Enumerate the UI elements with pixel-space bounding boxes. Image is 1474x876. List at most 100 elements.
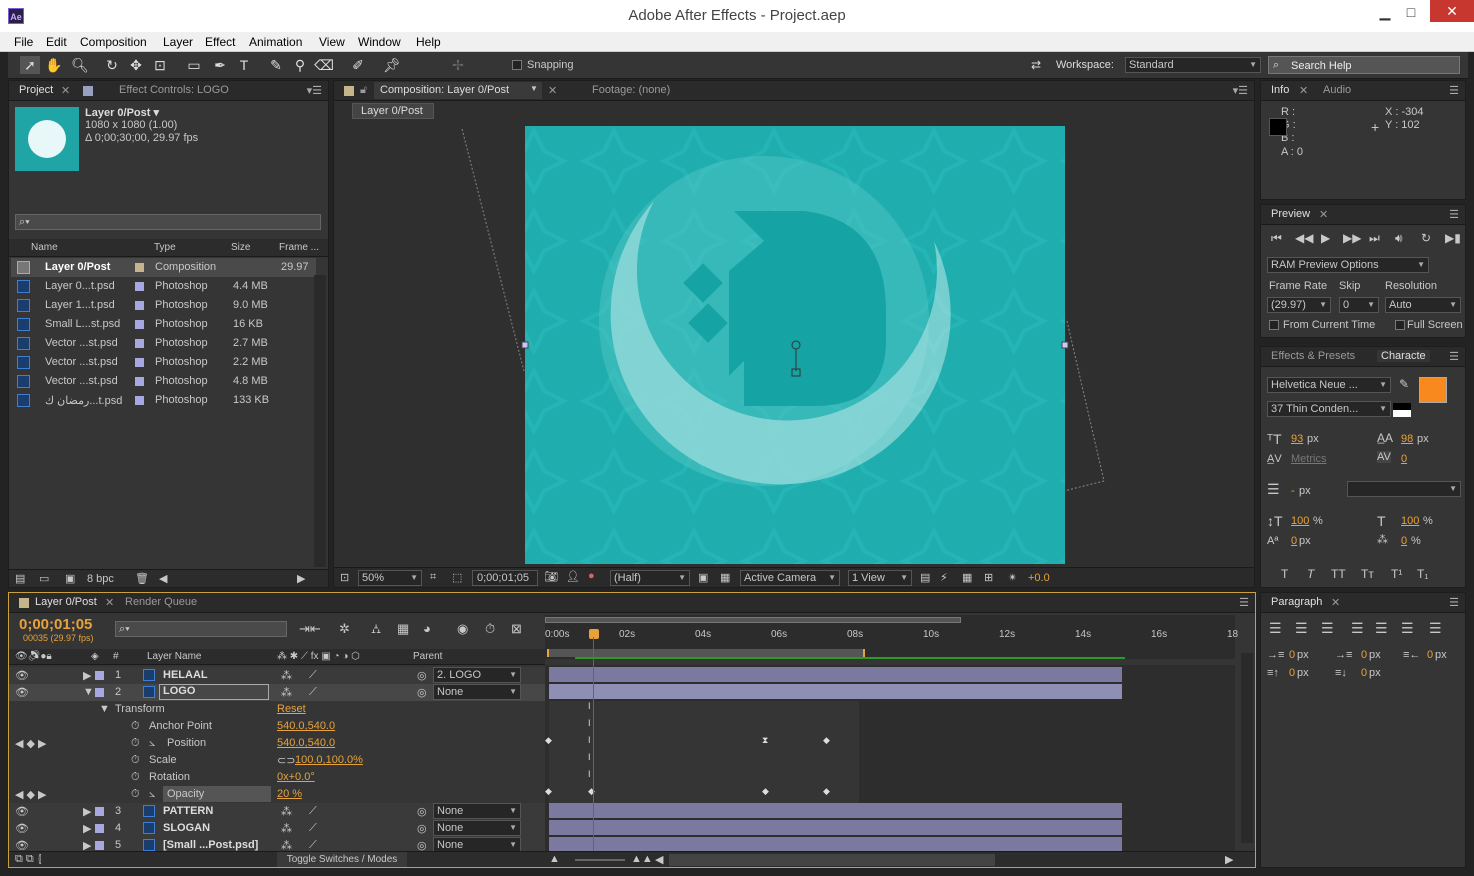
graph-editor-icon[interactable]: ⊠: [511, 621, 522, 637]
quality-switch-icon[interactable]: ⟋: [309, 686, 317, 699]
comp-mini-flowchart-icon[interactable]: ⇥⇤: [299, 621, 321, 637]
close-button[interactable]: ✕: [1430, 0, 1474, 22]
zoom-out-icon[interactable]: ▲: [549, 853, 560, 865]
resolution-dropdown[interactable]: Auto: [1385, 297, 1461, 313]
scroll-left-icon[interactable]: ◀: [655, 853, 663, 866]
stopwatch-active-icon[interactable]: ⏱: [131, 788, 140, 801]
parent-dropdown[interactable]: None: [433, 803, 521, 819]
tab-render-queue[interactable]: Render Queue: [125, 596, 197, 608]
rectangle-tool-icon[interactable]: ▭: [184, 56, 204, 74]
shy-switch-icon[interactable]: ⁂: [281, 822, 292, 835]
panel-menu-icon[interactable]: ☰: [1449, 84, 1459, 97]
tab-preview[interactable]: Preview: [1271, 208, 1310, 220]
comp-name[interactable]: Layer 0/Post ▾: [85, 106, 159, 119]
time-ruler[interactable]: 0:00s 02s 04s 06s 08s 10s 12s 14s 16s 18: [545, 615, 1238, 659]
justify-center-icon[interactable]: ☰: [1375, 620, 1388, 637]
tab-footage[interactable]: Footage: (none): [592, 84, 670, 96]
menu-help[interactable]: Help: [416, 35, 441, 49]
table-row[interactable]: 👁︎ ▼ 2 LOGO ⁂ ⟋ ◎ None: [9, 684, 545, 701]
panel-menu-icon[interactable]: ☰: [1239, 596, 1249, 609]
keyframe-icon[interactable]: ◆: [762, 786, 769, 797]
black-swatch[interactable]: [1393, 403, 1411, 410]
chevron-down-icon[interactable]: ▼: [530, 84, 538, 93]
eraser-tool-icon[interactable]: ⌫: [314, 56, 334, 74]
col-layer-name[interactable]: Layer Name: [147, 651, 201, 662]
visibility-eye-icon[interactable]: 👁︎: [15, 805, 29, 818]
work-area-navigator[interactable]: [545, 617, 961, 623]
table-row[interactable]: 👁︎ ▶ 4 SLOGAN ⁂ ⟋ ◎ None: [9, 820, 545, 837]
table-row[interactable]: 👁︎ ▶ 3 PATTERN ⁂ ⟋ ◎ None: [9, 803, 545, 820]
property-row[interactable]: ⏱ Scale ⊂⊃ 100.0,100.0%: [9, 752, 545, 769]
layer-handle-left[interactable]: [521, 341, 529, 349]
keyframe-icon[interactable]: ◆: [823, 735, 830, 746]
col-name[interactable]: Name: [31, 242, 58, 253]
property-row[interactable]: ⏱ Anchor Point 540.0,540.0: [9, 718, 545, 735]
justify-right-icon[interactable]: ☰: [1401, 620, 1414, 637]
fill-color-swatch[interactable]: [1419, 377, 1447, 403]
clone-stamp-tool-icon[interactable]: ⚲: [290, 56, 310, 74]
white-swatch[interactable]: [1393, 410, 1411, 417]
shy-switch-icon[interactable]: ⁂: [281, 686, 292, 699]
tab-character[interactable]: Characte: [1377, 350, 1430, 362]
close-icon[interactable]: ✕: [548, 84, 557, 97]
toggle-switches-modes-button[interactable]: Toggle Switches / Modes: [277, 852, 407, 867]
trash-icon[interactable]: 🗑︎: [135, 572, 149, 585]
small-caps-button[interactable]: Tт: [1361, 567, 1374, 581]
layer-bar-small[interactable]: [549, 837, 1122, 852]
audio-icon[interactable]: 🔊︎: [1395, 231, 1403, 246]
expand-triangle-icon[interactable]: ▶: [83, 805, 91, 818]
leading-value[interactable]: 98: [1401, 433, 1413, 445]
col-frame[interactable]: Frame ...: [279, 242, 319, 253]
scroll-right-icon[interactable]: ▶: [1225, 853, 1233, 866]
tab-composition[interactable]: Composition: Layer 0/Post ▼: [374, 82, 542, 99]
tab-paragraph[interactable]: Paragraph: [1271, 596, 1322, 608]
align-left-icon[interactable]: ☰: [1269, 620, 1282, 637]
snapping-checkbox[interactable]: [512, 60, 522, 70]
tracking-value[interactable]: 0: [1401, 453, 1407, 465]
lock-icon[interactable]: 🔓︎: [360, 84, 367, 97]
keyframe-icon[interactable]: ◆: [545, 735, 552, 746]
draft-3d-icon[interactable]: ✲: [339, 621, 350, 637]
close-icon[interactable]: ✕: [1319, 208, 1328, 221]
panel-menu-icon[interactable]: ☰: [1449, 208, 1459, 221]
bpc-label[interactable]: 8 bpc: [87, 573, 114, 585]
layer-bar-pattern[interactable]: [549, 803, 1122, 818]
baseline-shift-value[interactable]: 0: [1291, 535, 1297, 547]
project-item[interactable]: Vector ...st.psd Photoshop 2.7 MB: [11, 334, 316, 353]
brush-tool-icon[interactable]: ✎: [266, 56, 286, 74]
resolution-dropdown[interactable]: (Half): [610, 570, 690, 586]
motion-blur-icon[interactable]: ◕: [423, 621, 431, 636]
transform-group[interactable]: ▼ Transform Reset: [9, 701, 545, 718]
pan-behind-tool-icon[interactable]: ⊡: [150, 56, 170, 74]
close-icon[interactable]: ✕: [105, 596, 114, 609]
project-search-input[interactable]: ⌕▾: [15, 214, 321, 230]
axis-mode-icon[interactable]: ✢: [448, 56, 468, 74]
tab-project[interactable]: Project: [19, 84, 53, 96]
type-tool-icon[interactable]: T: [234, 56, 254, 74]
skip-dropdown[interactable]: 0: [1339, 297, 1379, 313]
timeline-search-input[interactable]: ⌕▾: [115, 621, 287, 637]
new-comp-icon[interactable]: ▣: [65, 572, 75, 585]
grid-icon[interactable]: ⌗: [430, 571, 436, 584]
align-center-icon[interactable]: ☰: [1295, 620, 1308, 637]
pickwhip-icon[interactable]: ◎: [417, 822, 427, 835]
tsume-value[interactable]: 0: [1401, 535, 1407, 547]
view-layout-dropdown[interactable]: 1 View: [848, 570, 912, 586]
shy-switch-icon[interactable]: ⁂: [281, 805, 292, 818]
indent-first-value[interactable]: 0: [1361, 649, 1367, 661]
shy-switch-icon[interactable]: ⁂: [281, 669, 292, 682]
panel-menu-icon[interactable]: ☰: [1449, 350, 1459, 363]
ram-preview-options-dropdown[interactable]: RAM Preview Options: [1267, 257, 1429, 273]
zoom-tool-icon[interactable]: 🔍︎: [70, 56, 90, 74]
pen-tool-icon[interactable]: ✒: [210, 56, 230, 74]
project-item[interactable]: Small L...st.psd Photoshop 16 KB: [11, 315, 316, 334]
exposure-icon[interactable]: ✴: [1008, 571, 1017, 584]
pickwhip-icon[interactable]: ◎: [417, 686, 427, 699]
keyframe-icon[interactable]: ◆: [545, 786, 552, 797]
timeline-scrollbar[interactable]: [1241, 653, 1253, 843]
col-type[interactable]: Type: [154, 242, 176, 253]
tab-timeline[interactable]: Layer 0/Post: [35, 596, 97, 608]
last-frame-icon[interactable]: ⏭: [1369, 231, 1380, 246]
space-before-value[interactable]: 0: [1289, 667, 1295, 679]
tab-audio[interactable]: Audio: [1323, 84, 1351, 96]
